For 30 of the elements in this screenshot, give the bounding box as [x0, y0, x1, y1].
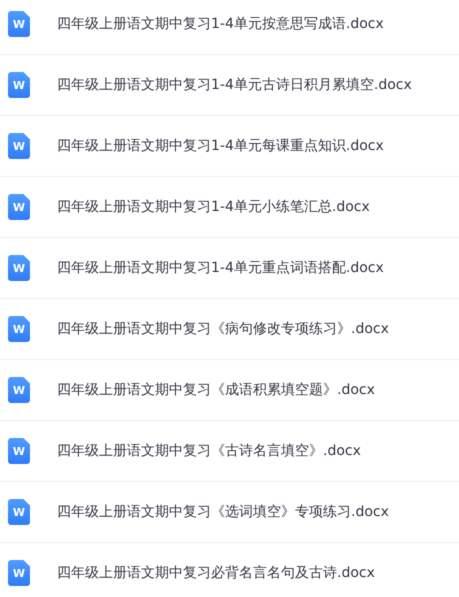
file-name: 四年级上册语文期中复习《古诗名言填空》.docx — [57, 442, 361, 460]
file-row[interactable]: W 四年级上册语文期中复习1-4单元古诗日积月累填空.docx — [0, 55, 459, 116]
word-document-icon: W — [8, 316, 30, 342]
word-document-icon: W — [8, 72, 30, 98]
file-row[interactable]: W 四年级上册语文期中复习《病句修改专项练习》.docx — [0, 299, 459, 360]
file-name: 四年级上册语文期中复习《病句修改专项练习》.docx — [57, 320, 389, 338]
word-document-icon: W — [8, 255, 30, 281]
file-name: 四年级上册语文期中复习必背名言名句及古诗.docx — [57, 564, 375, 582]
file-name: 四年级上册语文期中复习1-4单元小练笔汇总.docx — [57, 198, 370, 216]
word-document-icon: W — [8, 499, 30, 525]
word-document-icon: W — [8, 133, 30, 159]
word-document-icon: W — [8, 194, 30, 220]
file-name: 四年级上册语文期中复习1-4单元古诗日积月累填空.docx — [57, 76, 412, 94]
word-document-icon: W — [8, 11, 30, 37]
file-name: 四年级上册语文期中复习1-4单元每课重点知识.docx — [57, 137, 384, 155]
word-document-icon: W — [8, 377, 30, 403]
file-name: 四年级上册语文期中复习1-4单元重点词语搭配.docx — [57, 259, 384, 277]
file-row[interactable]: W 四年级上册语文期中复习《选词填空》专项练习.docx — [0, 482, 459, 543]
word-document-icon: W — [8, 560, 30, 586]
word-document-icon: W — [8, 438, 30, 464]
file-name: 四年级上册语文期中复习1-4单元按意思写成语.docx — [57, 15, 384, 33]
file-row[interactable]: W 四年级上册语文期中复习1-4单元按意思写成语.docx — [0, 0, 459, 55]
file-row[interactable]: W 四年级上册语文期中复习1-4单元每课重点知识.docx — [0, 116, 459, 177]
file-row[interactable]: W 四年级上册语文期中复习《古诗名言填空》.docx — [0, 421, 459, 482]
file-row[interactable]: W 四年级上册语文期中复习必背名言名句及古诗.docx — [0, 543, 459, 597]
file-row[interactable]: W 四年级上册语文期中复习《成语积累填空题》.docx — [0, 360, 459, 421]
file-name: 四年级上册语文期中复习《成语积累填空题》.docx — [57, 381, 375, 399]
file-row[interactable]: W 四年级上册语文期中复习1-4单元重点词语搭配.docx — [0, 238, 459, 299]
file-name: 四年级上册语文期中复习《选词填空》专项练习.docx — [57, 503, 389, 521]
file-row[interactable]: W 四年级上册语文期中复习1-4单元小练笔汇总.docx — [0, 177, 459, 238]
